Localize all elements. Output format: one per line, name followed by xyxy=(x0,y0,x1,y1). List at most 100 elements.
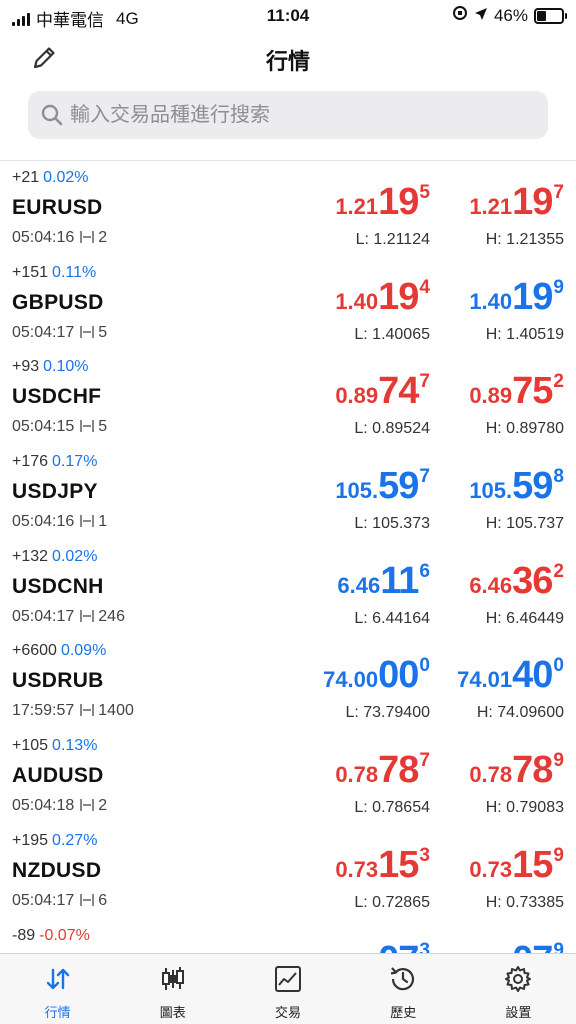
quote-time-line: 05:04:18 2 xyxy=(12,797,107,815)
ask-price[interactable]: 1.21197 xyxy=(469,181,564,224)
bid-price-prefix: 74.00 xyxy=(323,667,379,693)
tab-bar: 行情 圖表 交易 歷史 設置 xyxy=(0,953,576,1024)
quote-time-line: 05:04:15 5 xyxy=(12,418,107,436)
spread-value: 246 xyxy=(98,607,125,625)
change-percent: 0.10% xyxy=(43,358,89,376)
low-price: L: 73.79400 xyxy=(345,704,430,722)
tab-history-label: 歷史 xyxy=(390,1005,417,1020)
ask-price-fraction: 2 xyxy=(553,560,564,582)
bid-price-fraction: 5 xyxy=(419,182,430,203)
quote-row[interactable]: +195 0.27% NZDUSD 05:04:17 6 0.73153 0.73159 L:… xyxy=(0,826,576,921)
quote-time: 05:04:15 xyxy=(12,418,75,436)
ask-price[interactable]: 74.01400 xyxy=(457,654,564,697)
ask-price-fraction: 9 xyxy=(553,276,564,298)
spread-icon xyxy=(80,231,95,243)
bid-price[interactable]: 6.46116 xyxy=(337,560,430,603)
ask-price-fraction: 9 xyxy=(553,750,564,772)
spread-value: 6 xyxy=(98,891,108,909)
ask-price[interactable]: 0.89752 xyxy=(469,370,564,413)
high-price: H: 74.09600 xyxy=(476,704,564,722)
bid-price[interactable]: 0.78787 xyxy=(335,749,430,792)
bid-price-pips: 19 xyxy=(378,275,419,318)
bid-price[interactable]: 105.597 xyxy=(335,465,430,508)
change-points: +93 xyxy=(12,358,40,376)
spread-icon xyxy=(80,799,95,812)
quote-time: 05:04:16 xyxy=(12,229,75,246)
bid-price-fraction: 4 xyxy=(419,276,430,298)
symbol-name: USDCHF xyxy=(12,385,102,409)
ask-price-fraction: 2 xyxy=(553,371,564,393)
change-percent: -0.07% xyxy=(39,926,90,944)
tab-charts[interactable]: 圖表 xyxy=(115,954,230,1024)
bid-price[interactable]: 1.21195 xyxy=(335,181,430,224)
spread-value: 5 xyxy=(98,323,108,341)
change-points: +105 xyxy=(12,737,49,755)
ask-price[interactable]: 105.598 xyxy=(469,465,564,508)
quote-row[interactable]: +6600 0.09% USDRUB 17:59:57 1400 74.00000 74.0… xyxy=(0,636,576,731)
low-price: L: 0.72865 xyxy=(354,893,430,911)
nav-bar: 行情 xyxy=(0,36,576,80)
bid-price[interactable]: 74.00000 xyxy=(323,654,430,697)
change-points: +195 xyxy=(12,831,49,849)
search-bar[interactable] xyxy=(28,91,548,139)
symbol-name: USDRUB xyxy=(12,669,104,693)
ask-price[interactable]: 6.46362 xyxy=(469,560,564,603)
ask-price-fraction: 7 xyxy=(553,182,564,203)
ask-price[interactable]: 0.73159 xyxy=(469,844,564,887)
low-price: L: 105.373 xyxy=(354,515,430,533)
quote-row[interactable]: +105 0.13% AUDUSD 05:04:18 2 0.78787 0.78789 L:… xyxy=(0,731,576,826)
ask-price[interactable]: 1.40199 xyxy=(469,276,564,319)
quote-row[interactable]: +21 0.02% EURUSD 05:04:16 2 1.21195 1.21197 L: … xyxy=(0,163,576,258)
battery-icon xyxy=(534,7,567,24)
change-percent: 0.02% xyxy=(43,169,89,186)
change-percent: 0.17% xyxy=(52,453,98,471)
ask-price-prefix: 1.21 xyxy=(469,194,513,219)
ask-price-fraction: 0 xyxy=(553,655,564,677)
change-points: +21 xyxy=(12,169,40,186)
search-input[interactable] xyxy=(70,91,530,139)
spread-value: 1400 xyxy=(98,702,134,720)
spread-icon xyxy=(80,609,95,622)
ask-price-prefix: 74.01 xyxy=(457,667,513,693)
bid-price[interactable]: 0.89747 xyxy=(335,370,430,413)
high-price: H: 105.737 xyxy=(485,515,564,533)
ask-price[interactable]: 0.78789 xyxy=(469,749,564,792)
tab-settings-label: 設置 xyxy=(505,1005,532,1020)
change-line: +6600 0.09% xyxy=(12,642,106,660)
bid-price[interactable]: 1.40194 xyxy=(335,276,430,319)
tab-history[interactable]: 歷史 xyxy=(346,954,461,1024)
tab-trade[interactable]: 交易 xyxy=(230,954,345,1024)
tab-settings[interactable]: 設置 xyxy=(461,954,576,1024)
bid-price[interactable]: 0.73153 xyxy=(335,844,430,887)
quote-row[interactable]: +176 0.17% USDJPY 05:04:16 1 105.597 105.598 L:… xyxy=(0,447,576,542)
quote-row[interactable]: -89-0.07%073079 xyxy=(0,921,576,956)
change-line: +105 0.13% xyxy=(12,737,97,755)
quote-list[interactable]: +21 0.02% EURUSD 05:04:16 2 1.21195 1.21197 L: … xyxy=(0,163,576,955)
change-line: +176 0.17% xyxy=(12,453,97,471)
ask-price-pips: 19 xyxy=(512,275,553,318)
quote-time-line: 17:59:57 1400 xyxy=(12,702,134,720)
quote-row[interactable]: +93 0.10% USDCHF 05:04:15 5 0.89747 0.89752 L: … xyxy=(0,352,576,447)
tab-quotes-label: 行情 xyxy=(44,1005,71,1020)
change-line: +151 0.11% xyxy=(12,264,96,282)
orientation-lock-icon xyxy=(452,5,468,26)
quote-row[interactable]: +132 0.02% USDCNH 05:04:17 246 6.46116 6.46362… xyxy=(0,542,576,637)
tab-quotes[interactable]: 行情 xyxy=(0,954,115,1024)
quote-time: 05:04:18 xyxy=(12,797,75,815)
change-points: +151 xyxy=(12,263,49,281)
tab-trade-label: 交易 xyxy=(275,1005,302,1020)
bid-price-pips: 11 xyxy=(380,559,419,602)
ask-price-pips: 59 xyxy=(512,465,553,508)
change-line: +93 0.10% xyxy=(12,358,89,376)
ask-price-pips: 75 xyxy=(512,370,553,413)
ask-price-prefix: 6.46 xyxy=(469,572,513,598)
symbol-name: USDCNH xyxy=(12,574,104,598)
history-clock-icon xyxy=(390,967,415,991)
ask-price-pips: 19 xyxy=(512,181,553,223)
quote-row[interactable]: +151 0.11% GBPUSD 05:04:17 5 1.40194 1.40199 L:… xyxy=(0,258,576,353)
quote-time: 05:04:17 xyxy=(12,891,75,909)
quotes-arrows-icon xyxy=(46,968,69,990)
high-price: H: 1.40519 xyxy=(485,325,564,343)
bid-price-fraction: 0 xyxy=(419,655,430,677)
spread-value: 5 xyxy=(98,418,108,436)
